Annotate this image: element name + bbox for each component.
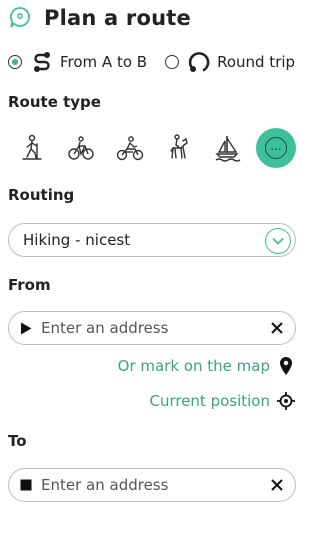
route-mode-selector: From A to B Round trip [8,48,295,76]
chat-pin-icon [10,7,30,28]
route-type-more[interactable]: ... [255,128,296,168]
sailboat-icon [215,135,241,162]
route-type-options: ... [12,128,296,168]
mode-label-a-to-b[interactable]: From A to B [60,53,147,71]
to-label: To [8,432,27,450]
route-type-horse-riding[interactable] [158,128,198,168]
page-header: Plan a route [8,4,191,32]
map-pin-icon[interactable] [276,356,296,376]
a-to-b-route-icon[interactable] [30,50,54,74]
mark-on-map-link[interactable]: Or mark on the map [118,354,296,378]
more-icon: ... [264,137,287,159]
clear-from-icon[interactable] [269,320,285,336]
from-address-input[interactable] [41,319,261,337]
to-address-input[interactable] [41,476,261,494]
current-position-text[interactable]: Current position [149,392,270,410]
route-type-boating[interactable] [207,128,247,168]
page-title: Plan a route [44,6,191,30]
to-field[interactable] [8,468,296,502]
clear-to-icon[interactable] [269,477,285,493]
round-trip-icon[interactable] [187,50,211,74]
play-marker-icon [19,321,33,335]
routing-select-value: Hiking - nicest [23,231,131,249]
motorbike-icon [116,136,143,161]
mode-radio-round-trip[interactable] [165,55,180,69]
hiking-icon [22,134,42,160]
routing-select[interactable]: Hiking - nicest [8,223,296,257]
mode-radio-a-to-b[interactable] [8,55,22,69]
routing-label: Routing [8,186,75,204]
stop-marker-icon [19,478,33,492]
current-position-link[interactable]: Current position [149,389,296,413]
route-type-hiking[interactable] [12,128,52,168]
crosshair-icon[interactable] [276,391,296,411]
mode-label-round-trip[interactable]: Round trip [217,53,295,71]
route-type-motorbike[interactable] [110,128,150,168]
route-type-cycling[interactable] [61,128,101,168]
from-label: From [8,276,51,294]
route-type-label: Route type [8,93,101,111]
from-field[interactable] [8,311,296,345]
mark-on-map-text[interactable]: Or mark on the map [118,357,270,375]
horse-riding-icon [170,134,189,159]
bicycle-icon [68,136,94,160]
chevron-down-icon[interactable] [265,228,291,254]
